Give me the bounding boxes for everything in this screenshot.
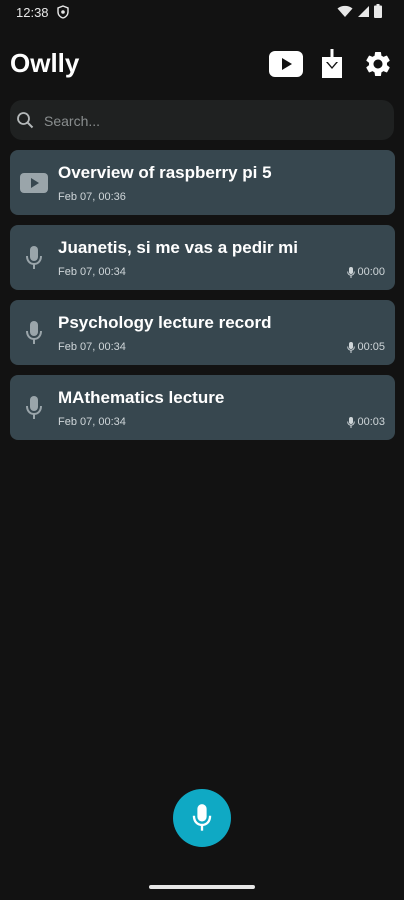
recording-date: Feb 07, 00:34 [58, 416, 126, 428]
microphone-icon [347, 341, 356, 353]
search-bar[interactable] [10, 100, 394, 140]
microphone-icon [192, 804, 212, 831]
recording-date: Feb 07, 00:34 [58, 341, 126, 353]
duration-text: 00:05 [357, 341, 385, 353]
home-indicator[interactable] [149, 885, 255, 889]
app-title: Owlly [10, 48, 80, 78]
recording-duration: 00:05 [347, 341, 385, 353]
microphone-icon [26, 321, 42, 344]
app-header: Owlly [0, 40, 404, 90]
microphone-icon [347, 416, 356, 428]
status-icons [337, 4, 382, 18]
battery-icon [374, 4, 382, 18]
download-button[interactable] [314, 46, 350, 82]
search-input[interactable] [42, 108, 376, 134]
youtube-icon [20, 173, 48, 193]
recording-duration: 00:00 [347, 266, 385, 278]
recording-duration: 00:03 [347, 416, 385, 428]
settings-button[interactable] [360, 46, 396, 82]
search-icon [17, 112, 34, 129]
microphone-icon [347, 266, 356, 278]
microphone-icon [26, 246, 42, 269]
recording-card[interactable]: Juanetis, si me vas a pedir mi Feb 07, 0… [10, 225, 395, 290]
recordings-list: Overview of raspberry pi 5 Feb 07, 00:36… [10, 150, 395, 450]
status-time: 12:38 [16, 5, 49, 20]
recording-card[interactable]: Psychology lecture record Feb 07, 00:34 … [10, 300, 395, 365]
record-button[interactable] [173, 789, 231, 847]
duration-text: 00:03 [357, 416, 385, 428]
recording-title: MAthematics lecture [58, 388, 225, 407]
duration-text: 00:00 [357, 266, 385, 278]
recording-title: Juanetis, si me vas a pedir mi [58, 238, 299, 257]
microphone-icon [26, 396, 42, 419]
recording-date: Feb 07, 00:36 [58, 191, 126, 203]
settings-gear-icon [366, 51, 390, 76]
recording-title: Psychology lecture record [58, 313, 272, 332]
vpn-shield-icon [57, 5, 69, 19]
recording-date: Feb 07, 00:34 [58, 266, 126, 278]
recording-card[interactable]: Overview of raspberry pi 5 Feb 07, 00:36 [10, 150, 395, 215]
download-icon [322, 49, 342, 78]
wifi-icon [337, 5, 353, 17]
youtube-import-button[interactable] [268, 46, 304, 82]
youtube-icon [269, 51, 303, 77]
recording-card[interactable]: MAthematics lecture Feb 07, 00:34 00:03 [10, 375, 395, 440]
status-bar: 12:38 [0, 0, 404, 26]
cellular-signal-icon [358, 5, 369, 17]
recording-title: Overview of raspberry pi 5 [58, 163, 272, 182]
